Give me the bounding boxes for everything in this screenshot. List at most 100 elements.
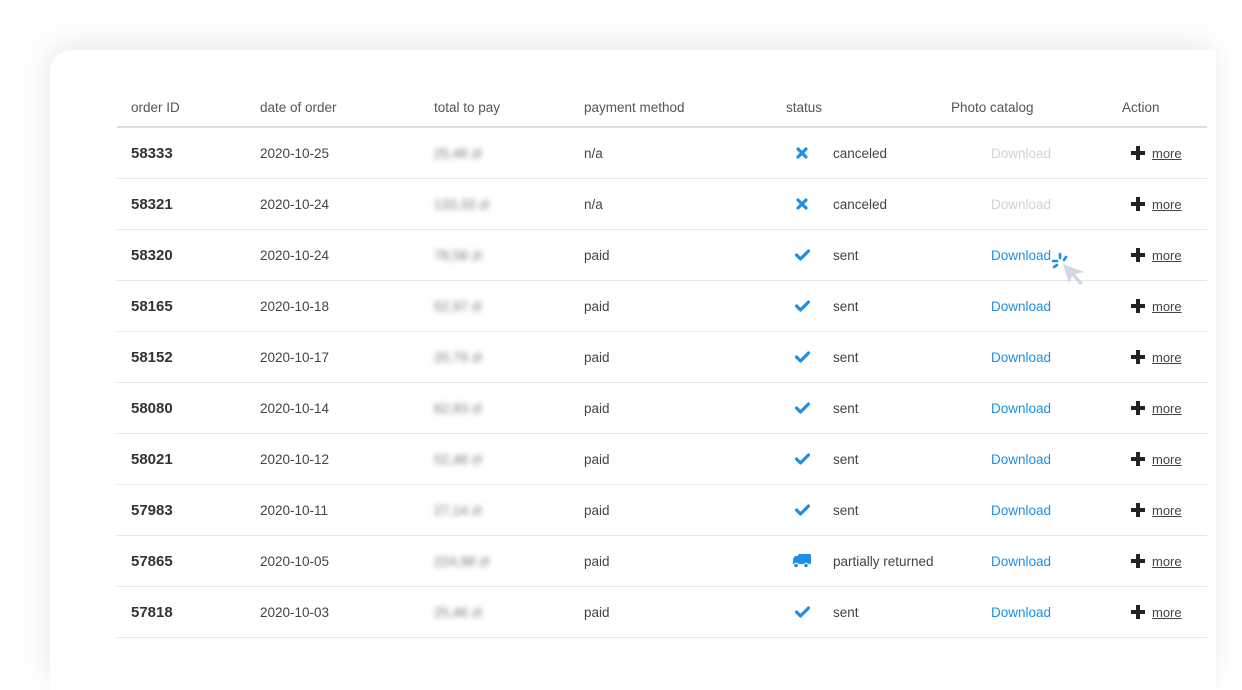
plus-icon <box>1131 503 1145 517</box>
download-link[interactable]: Download <box>991 434 1051 484</box>
order-total: 52,97 zł <box>434 281 481 331</box>
download-link-label[interactable]: Download <box>991 248 1051 263</box>
status-text: sent <box>833 604 859 620</box>
download-link[interactable]: Download <box>991 383 1051 433</box>
download-link-label[interactable]: Download <box>991 299 1051 314</box>
download-link-label: Download <box>991 196 1052 212</box>
order-id: 58080 <box>131 399 173 417</box>
more-link[interactable]: more <box>1131 605 1182 620</box>
plus-icon <box>1131 248 1145 262</box>
order-date: 2020-10-12 <box>260 451 330 467</box>
plus-icon <box>1131 605 1145 619</box>
order-id: 58165 <box>131 297 173 315</box>
table-row: 58320 2020-10-24 78,58 zł paid sent Download m… <box>117 230 1207 281</box>
more-link[interactable]: more <box>1131 146 1182 161</box>
order-total-value: 25,46 zł <box>434 604 482 620</box>
download-link[interactable]: Download <box>991 332 1051 382</box>
download-link-label[interactable]: Download <box>991 605 1051 620</box>
more-label[interactable]: more <box>1152 554 1182 569</box>
x-icon <box>791 179 813 229</box>
order-total: 78,58 zł <box>434 230 481 280</box>
more-label[interactable]: more <box>1152 605 1182 620</box>
more-link[interactable]: more <box>1131 401 1182 416</box>
order-total: 25,46 zł <box>434 587 481 637</box>
more-button[interactable]: more <box>1131 587 1182 637</box>
payment-method: paid <box>584 247 610 263</box>
more-button[interactable]: more <box>1131 434 1182 484</box>
order-total-value: 52,48 zł <box>434 451 482 467</box>
table-row: 57983 2020-10-11 27,14 zł paid sent Download m… <box>117 485 1207 536</box>
order-id: 58152 <box>131 348 173 366</box>
order-date: 2020-10-18 <box>260 298 330 314</box>
order-id: 58021 <box>131 450 173 468</box>
order-total-value: 20,79 zł <box>434 349 482 365</box>
order-total-value: 52,97 zł <box>434 298 482 314</box>
download-link-label[interactable]: Download <box>991 452 1051 467</box>
payment-method: n/a <box>584 196 603 212</box>
download-link: Download <box>991 179 1051 229</box>
more-link[interactable]: more <box>1131 452 1182 467</box>
more-label[interactable]: more <box>1152 452 1182 467</box>
table-row: 58152 2020-10-17 20,79 zł paid sent Download m… <box>117 332 1207 383</box>
check-icon <box>791 587 813 637</box>
more-label[interactable]: more <box>1152 146 1182 161</box>
more-link[interactable]: more <box>1131 350 1182 365</box>
header-date: date of order <box>260 99 337 115</box>
download-link[interactable]: Download <box>991 485 1051 535</box>
more-button[interactable]: more <box>1131 179 1182 229</box>
plus-icon <box>1131 197 1145 211</box>
more-button[interactable]: more <box>1131 536 1182 586</box>
table-row: 58080 2020-10-14 62,93 zł paid sent Download m… <box>117 383 1207 434</box>
status-text: canceled <box>833 145 888 161</box>
more-label[interactable]: more <box>1152 197 1182 212</box>
download-link-label: Download <box>991 145 1052 161</box>
more-link[interactable]: more <box>1131 554 1182 569</box>
table-row: 58165 2020-10-18 52,97 zł paid sent Download m… <box>117 281 1207 332</box>
order-total-value: 62,93 zł <box>434 400 482 416</box>
header-payment: payment method <box>584 99 685 115</box>
download-link[interactable]: Download <box>991 536 1051 586</box>
more-link[interactable]: more <box>1131 248 1182 263</box>
more-button[interactable]: more <box>1131 128 1182 178</box>
order-total: 133,33 zł <box>434 179 489 229</box>
more-label[interactable]: more <box>1152 503 1182 518</box>
download-link-label[interactable]: Download <box>991 401 1051 416</box>
order-total: 62,93 zł <box>434 383 481 433</box>
more-label[interactable]: more <box>1152 248 1182 263</box>
header-order-id: order ID <box>131 99 180 115</box>
status-text: sent <box>833 451 859 467</box>
more-button[interactable]: more <box>1131 485 1182 535</box>
download-link-label[interactable]: Download <box>991 503 1051 518</box>
more-label[interactable]: more <box>1152 299 1182 314</box>
download-link[interactable]: Download <box>991 230 1051 280</box>
download-link-label[interactable]: Download <box>991 350 1051 365</box>
more-label[interactable]: more <box>1152 350 1182 365</box>
more-button[interactable]: more <box>1131 230 1182 280</box>
order-total: 52,48 zł <box>434 434 481 484</box>
download-link[interactable]: Download <box>991 587 1051 637</box>
order-total-value: 25,46 zł <box>434 145 482 161</box>
order-id: 58333 <box>131 144 173 162</box>
download-link[interactable]: Download <box>991 281 1051 331</box>
order-id: 57983 <box>131 501 173 519</box>
plus-icon <box>1131 401 1145 415</box>
download-link: Download <box>991 128 1051 178</box>
more-link[interactable]: more <box>1131 299 1182 314</box>
status-text: sent <box>833 400 859 416</box>
plus-icon <box>1131 554 1145 568</box>
more-button[interactable]: more <box>1131 281 1182 331</box>
more-label[interactable]: more <box>1152 401 1182 416</box>
check-icon <box>791 383 813 433</box>
order-date: 2020-10-03 <box>260 604 330 620</box>
payment-method: paid <box>584 502 610 518</box>
table-body: 58333 2020-10-25 25,46 zł n/a canceled Downlo… <box>117 128 1207 638</box>
more-link[interactable]: more <box>1131 503 1182 518</box>
download-link-label[interactable]: Download <box>991 554 1051 569</box>
plus-icon <box>1131 299 1145 313</box>
status-text: sent <box>833 502 859 518</box>
more-button[interactable]: more <box>1131 383 1182 433</box>
order-id: 58320 <box>131 246 173 264</box>
more-button[interactable]: more <box>1131 332 1182 382</box>
more-link[interactable]: more <box>1131 197 1182 212</box>
order-total-value: 133,33 zł <box>434 196 489 212</box>
